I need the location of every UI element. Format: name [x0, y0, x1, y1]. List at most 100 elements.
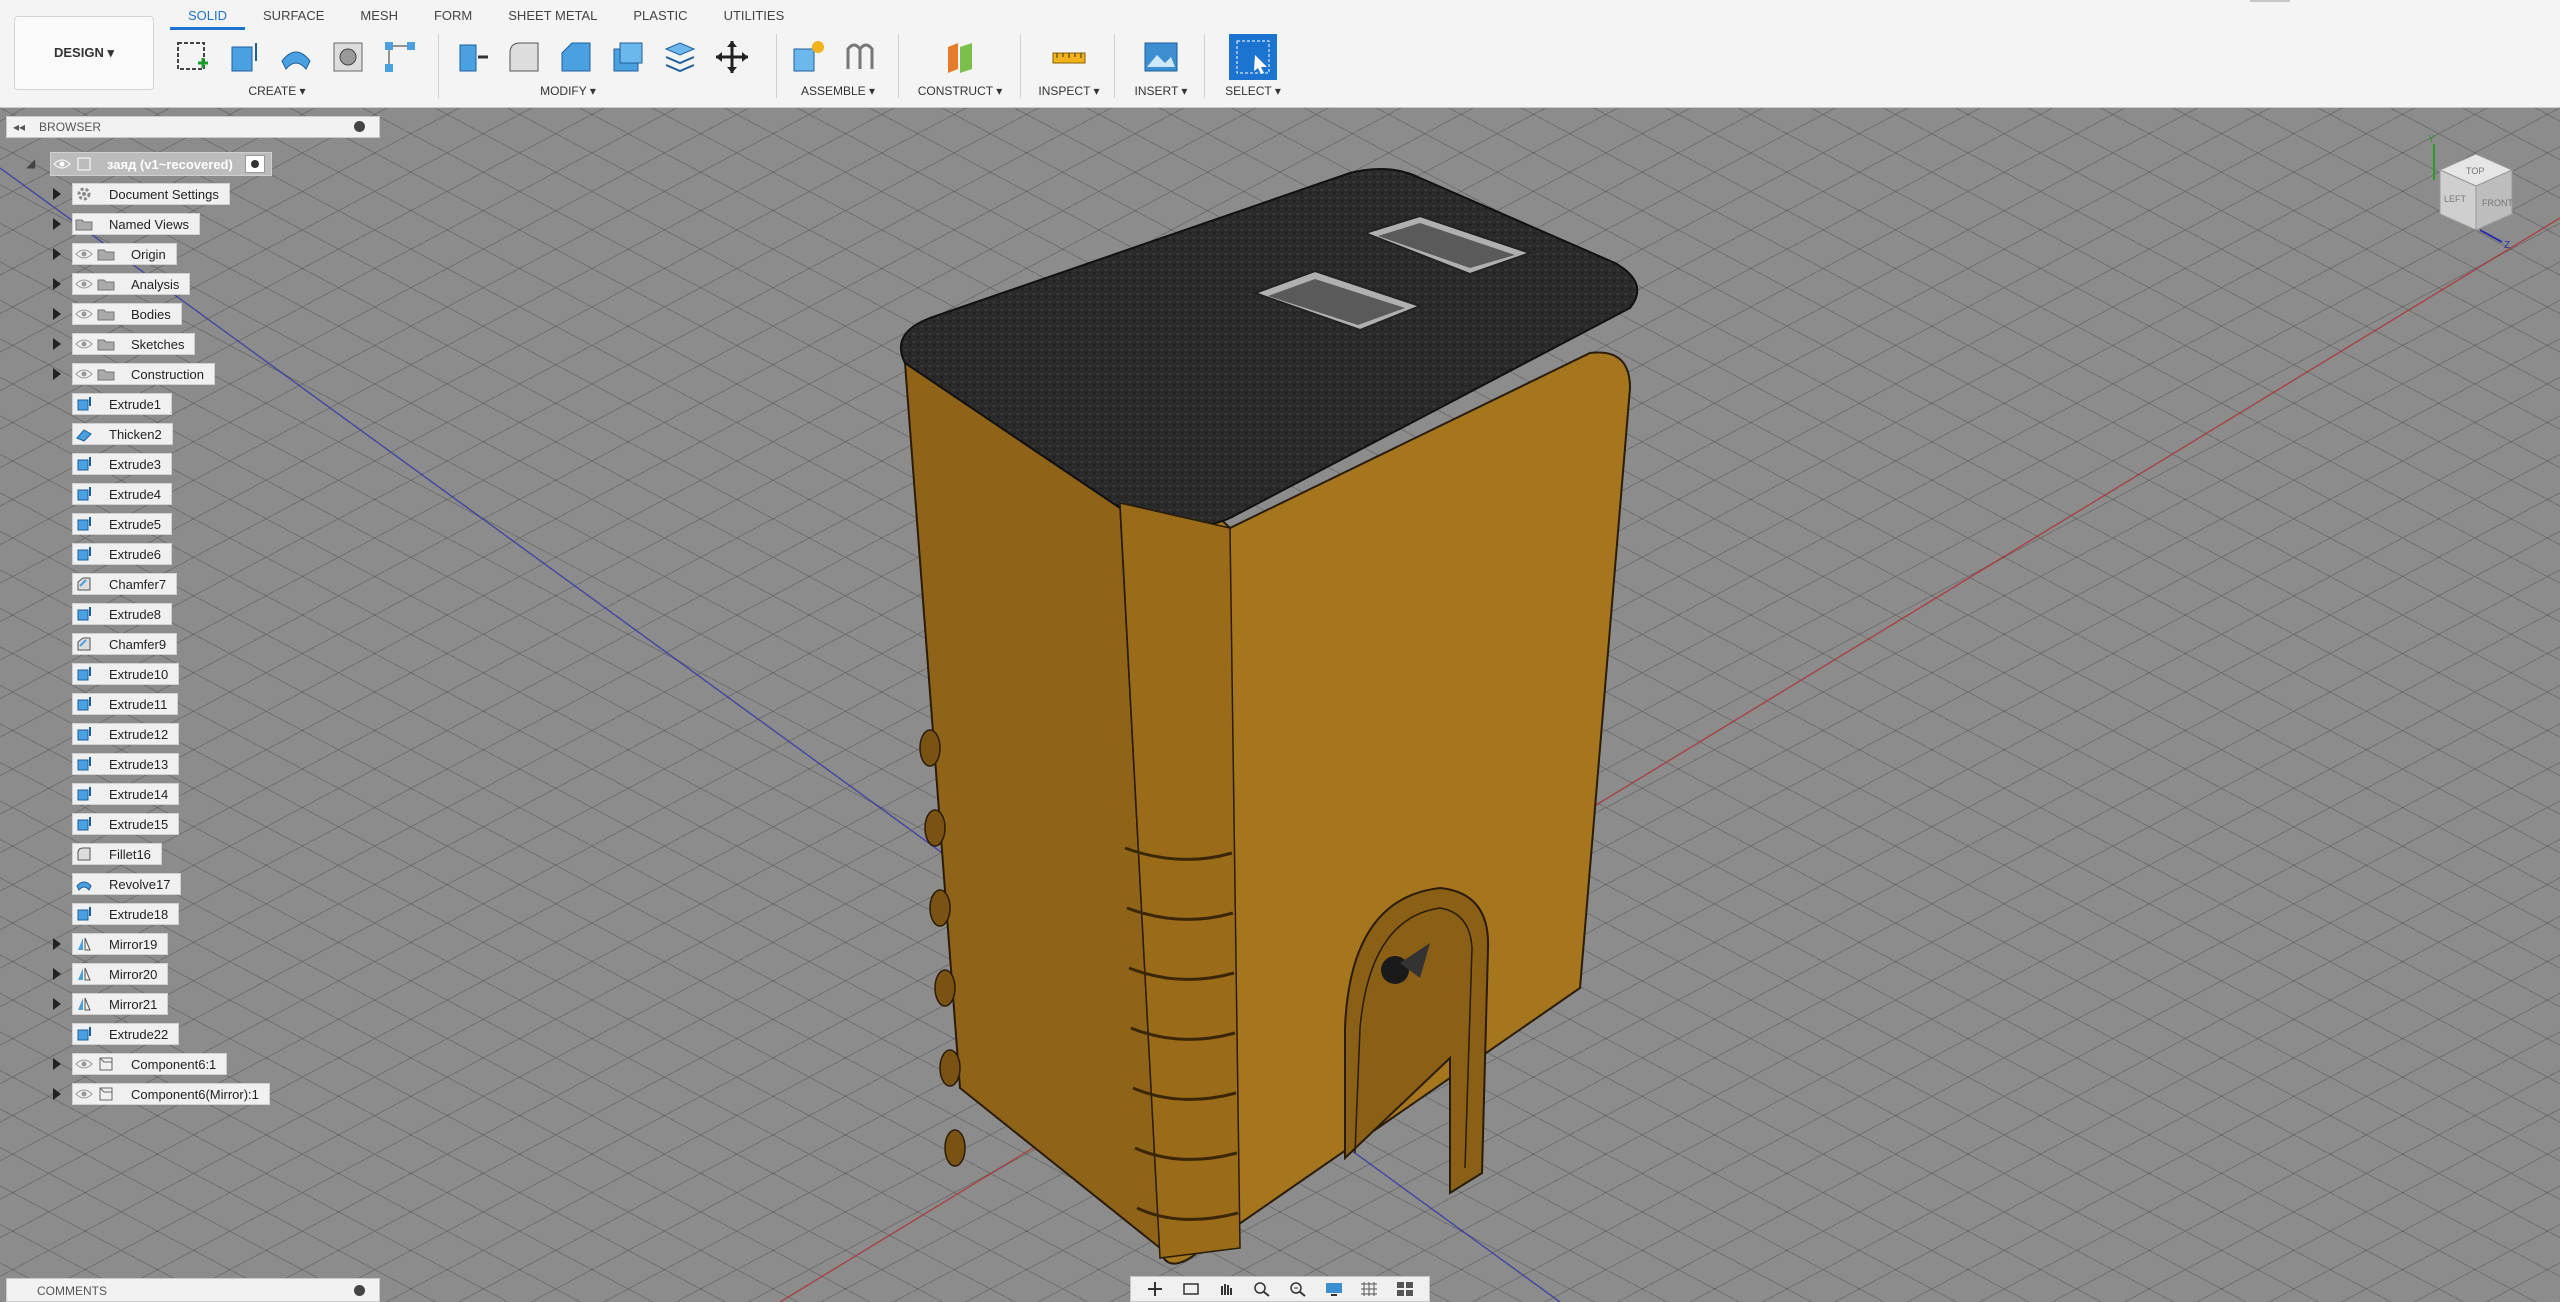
expand-arrow-icon[interactable]	[50, 247, 64, 261]
offset-plane-icon[interactable]	[940, 37, 980, 77]
inspect-menu[interactable]: INSPECT ▾	[1032, 84, 1106, 98]
move-icon[interactable]	[712, 37, 752, 77]
pan-icon[interactable]	[1214, 1280, 1238, 1298]
visibility-eye-icon[interactable]	[73, 334, 95, 354]
tab-utilities[interactable]: UTILITIES	[706, 0, 803, 30]
tree-item[interactable]: Mirror19	[72, 933, 169, 955]
expand-arrow-icon[interactable]	[50, 937, 64, 951]
tree-item[interactable]: Extrude1	[72, 393, 173, 415]
collapse-panel-icon[interactable]: ◂◂	[13, 120, 25, 134]
tree-item[interactable]: Mirror21	[72, 993, 169, 1015]
tree-item[interactable]: Fillet16	[72, 843, 162, 865]
workspace-switcher[interactable]: DESIGN ▾	[14, 16, 154, 90]
tree-item[interactable]: Revolve17	[72, 873, 182, 895]
expand-arrow-icon[interactable]	[50, 1087, 64, 1101]
select-menu[interactable]: SELECT ▾	[1216, 84, 1290, 98]
construct-menu[interactable]: CONSTRUCT ▾	[910, 84, 1010, 98]
comments-panel[interactable]: COMMENTS	[6, 1278, 380, 1302]
model-3d[interactable]	[0, 108, 2560, 1302]
expand-arrow-icon[interactable]	[50, 367, 64, 381]
select-cursor-icon[interactable]	[1229, 34, 1277, 80]
shell-icon[interactable]	[608, 37, 648, 77]
tab-solid[interactable]: SOLID	[170, 0, 246, 30]
tab-mesh[interactable]: MESH	[342, 0, 416, 30]
visibility-eye-icon[interactable]	[73, 304, 95, 324]
root-component[interactable]: заяд (v1~recovered)	[50, 152, 272, 176]
tree-item[interactable]: Document Settings	[72, 183, 230, 205]
activate-radio-icon[interactable]	[244, 155, 265, 173]
tree-item[interactable]: Chamfer9	[72, 633, 178, 655]
expand-arrow-icon[interactable]	[50, 187, 64, 201]
expand-arrow-icon[interactable]	[50, 337, 64, 351]
tree-item[interactable]: Bodies	[72, 303, 182, 325]
tree-item[interactable]: Extrude11	[72, 693, 179, 715]
viewcube-front-label[interactable]: FRONT	[2482, 198, 2513, 208]
visibility-eye-icon[interactable]	[73, 364, 95, 384]
tree-item[interactable]: Extrude18	[72, 903, 180, 925]
viewcube-left-label[interactable]: LEFT	[2444, 194, 2467, 204]
fillet-icon[interactable]	[504, 37, 544, 77]
tree-item[interactable]: Extrude22	[72, 1023, 180, 1045]
chamfer-icon[interactable]	[556, 37, 596, 77]
fit-icon[interactable]	[1286, 1280, 1310, 1298]
tree-item[interactable]: Mirror20	[72, 963, 169, 985]
tab-form[interactable]: FORM	[416, 0, 490, 30]
tab-surface[interactable]: SURFACE	[245, 0, 342, 30]
viewports-icon[interactable]	[1393, 1280, 1417, 1298]
tree-item[interactable]: Analysis	[72, 273, 191, 295]
visibility-eye-icon[interactable]	[73, 1054, 95, 1074]
zoom-icon[interactable]	[1250, 1280, 1274, 1298]
new-component-icon[interactable]	[788, 37, 828, 77]
expand-arrow-icon[interactable]	[50, 967, 64, 981]
insert-image-icon[interactable]	[1141, 37, 1181, 77]
hole-icon[interactable]	[328, 37, 368, 77]
visibility-eye-icon[interactable]	[73, 274, 95, 294]
viewcube[interactable]: TOP LEFT FRONT Y Z	[2420, 130, 2530, 251]
canvas-viewport[interactable]	[0, 108, 2560, 1302]
expand-arrow-icon[interactable]	[50, 217, 64, 231]
tree-item[interactable]: Extrude5	[72, 513, 173, 535]
pin-icon[interactable]	[354, 121, 365, 132]
display-settings-icon[interactable]	[1322, 1280, 1346, 1298]
tree-item[interactable]: Extrude4	[72, 483, 173, 505]
tree-item[interactable]: Extrude14	[72, 783, 180, 805]
tree-item[interactable]: Extrude13	[72, 753, 180, 775]
visibility-eye-icon[interactable]	[73, 1084, 95, 1104]
tab-sheet-metal[interactable]: SHEET METAL	[490, 0, 615, 30]
add-comment-icon[interactable]	[354, 1285, 365, 1296]
tree-item[interactable]: Extrude12	[72, 723, 180, 745]
tree-item[interactable]: Extrude6	[72, 543, 173, 565]
joint-icon[interactable]	[840, 37, 880, 77]
modify-menu[interactable]: MODIFY ▾	[372, 84, 764, 98]
tree-item[interactable]: Named Views	[72, 213, 200, 235]
press-pull-icon[interactable]	[452, 37, 492, 77]
tree-item[interactable]: Thicken2	[72, 423, 173, 445]
visibility-eye-icon[interactable]	[73, 244, 95, 264]
pattern-icon[interactable]	[380, 37, 420, 77]
measure-icon[interactable]	[1049, 37, 1089, 77]
create-sketch-icon[interactable]	[172, 37, 212, 77]
tree-item[interactable]: Extrude15	[72, 813, 180, 835]
look-at-icon[interactable]	[1179, 1280, 1203, 1298]
grid-settings-icon[interactable]	[1357, 1280, 1381, 1298]
tree-item[interactable]: Origin	[72, 243, 177, 265]
revolve-icon[interactable]	[276, 37, 316, 77]
extrude-icon[interactable]	[224, 37, 264, 77]
expand-arrow-icon[interactable]	[50, 997, 64, 1011]
expand-arrow-icon[interactable]	[50, 307, 64, 321]
insert-menu[interactable]: INSERT ▾	[1126, 84, 1196, 98]
scale-icon[interactable]	[660, 37, 700, 77]
tree-item[interactable]: Extrude10	[72, 663, 180, 685]
browser-panel-header[interactable]: ◂◂ BROWSER	[6, 116, 380, 138]
tree-item[interactable]: Chamfer7	[72, 573, 178, 595]
visibility-eye-icon[interactable]	[51, 154, 73, 174]
collapse-icon[interactable]: ◢	[26, 156, 35, 170]
tree-item[interactable]: Component6:1	[72, 1053, 228, 1075]
tree-item[interactable]: Construction	[72, 363, 215, 385]
tree-item[interactable]: Extrude8	[72, 603, 173, 625]
viewcube-top-label[interactable]: TOP	[2466, 166, 2484, 176]
tab-plastic[interactable]: PLASTIC	[615, 0, 705, 30]
tree-item[interactable]: Component6(Mirror):1	[72, 1083, 270, 1105]
expand-arrow-icon[interactable]	[50, 1057, 64, 1071]
tree-item[interactable]: Sketches	[72, 333, 196, 355]
